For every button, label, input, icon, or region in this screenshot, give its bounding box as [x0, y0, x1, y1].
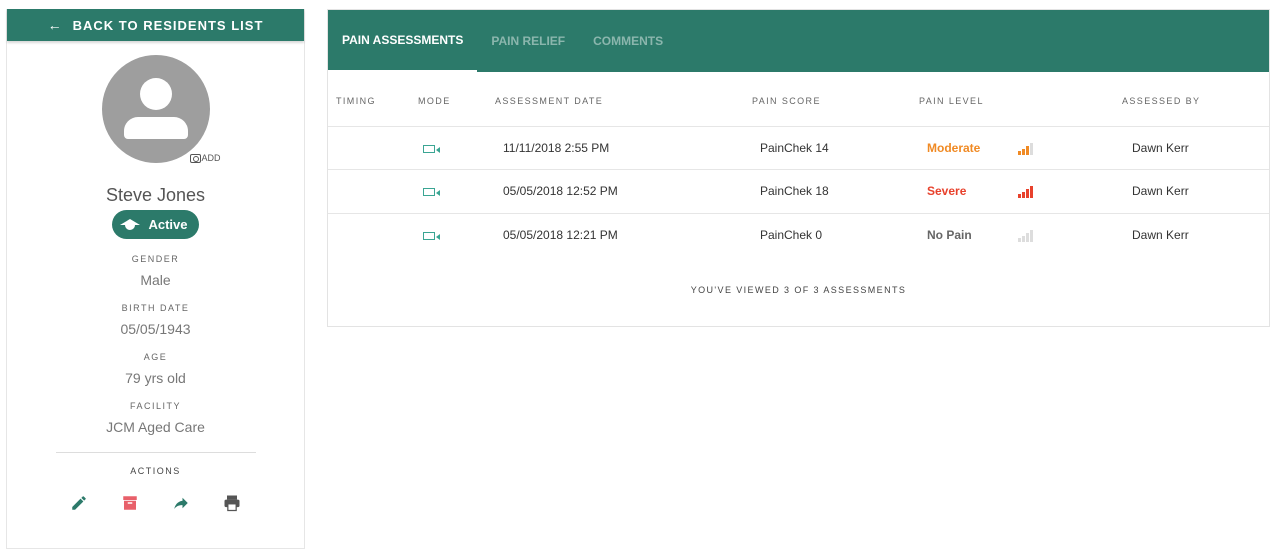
gender-label: GENDER	[131, 254, 180, 264]
level-cell: Severe	[919, 169, 1018, 213]
pain-bar	[1022, 148, 1025, 155]
tab-comments[interactable]: COMMENTS	[579, 10, 677, 72]
pain-bar	[1018, 194, 1021, 199]
level-cell: No Pain	[919, 212, 1018, 257]
level-cell: Moderate	[919, 125, 1018, 170]
bars-cell	[1018, 169, 1122, 213]
age-value: 79 yrs old	[125, 370, 186, 386]
edit-icon[interactable]	[69, 492, 90, 513]
header-assessed-by[interactable]: ASSESSED BY	[1122, 72, 1269, 126]
header-pain-level[interactable]: PAIN LEVEL	[919, 72, 1018, 126]
add-photo-label: ADD	[201, 153, 221, 163]
assessed-by-cell: Dawn Kerr	[1122, 169, 1269, 213]
pain-bar	[1026, 232, 1029, 242]
pain-level-bars-icon	[1018, 142, 1033, 155]
share-icon[interactable]	[171, 492, 192, 513]
pain-bar	[1018, 237, 1021, 242]
table-body: 11/11/2018 2:55 PM PainChek 14 Moderate …	[328, 125, 1269, 257]
arrow-left-icon: ←	[47, 17, 63, 33]
date-cell: 05/05/2018 12:52 PM	[495, 169, 752, 213]
assessments-table: TIMING MODE ASSESSMENT DATE PAIN SCORE P…	[328, 72, 1269, 257]
tab-pain-assessments[interactable]: PAIN ASSESSMENTS	[328, 10, 478, 73]
actions-row	[7, 492, 304, 513]
date-cell: 11/11/2018 2:55 PM	[495, 125, 752, 170]
mode-cell	[418, 169, 495, 213]
header-timing[interactable]: TIMING	[328, 72, 418, 126]
video-icon	[423, 188, 440, 197]
status-row: Active	[7, 210, 304, 239]
back-to-residents-label: BACK TO RESIDENTS LIST	[72, 17, 264, 33]
pain-bar	[1022, 235, 1025, 242]
facility-label: FACILITY	[129, 401, 181, 411]
assessments-count-note: YOU'VE VIEWED 3 OF 3 ASSESSMENTS	[690, 284, 907, 295]
assessed-by-cell: Dawn Kerr	[1122, 125, 1269, 170]
graduation-cap-icon	[120, 218, 141, 232]
table-header-row: TIMING MODE ASSESSMENT DATE PAIN SCORE P…	[328, 72, 1269, 126]
birth-date-value: 05/05/1943	[120, 321, 191, 337]
score-cell: PainChek 14	[752, 125, 919, 170]
assessments-panel: PAIN ASSESSMENTS PAIN RELIEF COMMENTS TI…	[327, 9, 1270, 327]
mode-cell	[418, 125, 495, 170]
table-row[interactable]: 05/05/2018 12:21 PM PainChek 0 No Pain D…	[328, 212, 1269, 257]
pain-bar	[1030, 186, 1033, 199]
pain-bar	[1030, 229, 1033, 242]
header-mode[interactable]: MODE	[418, 72, 495, 126]
mode-cell	[418, 212, 495, 257]
avatar-body	[123, 117, 188, 139]
pain-bar	[1030, 142, 1033, 155]
avatar	[101, 55, 210, 163]
header-pain-score[interactable]: PAIN SCORE	[752, 72, 919, 126]
archive-icon[interactable]	[120, 492, 141, 513]
timing-cell	[328, 125, 418, 170]
table-row[interactable]: 11/11/2018 2:55 PM PainChek 14 Moderate …	[328, 125, 1269, 170]
avatar-container: ADD	[101, 55, 221, 163]
video-icon	[423, 144, 440, 153]
gender-value: Male	[140, 272, 171, 288]
camera-icon	[189, 153, 201, 163]
table-row[interactable]: 05/05/2018 12:52 PM PainChek 18 Severe D…	[328, 169, 1269, 213]
status-label: Active	[148, 217, 188, 232]
resident-name: Steve Jones	[105, 185, 206, 205]
tab-pain-relief[interactable]: PAIN RELIEF	[477, 10, 579, 72]
header-assessment-date[interactable]: ASSESSMENT DATE	[495, 72, 752, 126]
actions-label: ACTIONS	[130, 466, 181, 476]
score-cell: PainChek 18	[752, 169, 919, 213]
assessed-by-cell: Dawn Kerr	[1122, 212, 1269, 257]
video-icon	[423, 231, 440, 240]
avatar-head	[139, 78, 172, 110]
tabs: PAIN ASSESSMENTS PAIN RELIEF COMMENTS	[328, 10, 677, 73]
facility-value: JCM Aged Care	[106, 419, 205, 435]
add-photo-button[interactable]: ADD	[189, 153, 221, 163]
timing-cell	[328, 169, 418, 213]
pain-bar	[1026, 145, 1029, 155]
back-to-residents-button[interactable]: ← BACK TO RESIDENTS LIST	[7, 9, 304, 41]
bars-cell	[1018, 125, 1122, 170]
age-label: AGE	[143, 352, 168, 362]
resident-sidebar: ← BACK TO RESIDENTS LIST ADD Steve Jones…	[6, 9, 305, 549]
pain-bar	[1018, 150, 1021, 155]
bars-cell	[1018, 212, 1122, 257]
score-cell: PainChek 0	[752, 212, 919, 257]
pain-level-bars-icon	[1018, 229, 1033, 242]
divider	[55, 452, 256, 453]
header-pain-bars	[1018, 72, 1122, 126]
pain-bar	[1022, 192, 1025, 199]
tab-bar: PAIN ASSESSMENTS PAIN RELIEF COMMENTS	[328, 10, 1269, 73]
pain-bar	[1026, 189, 1029, 199]
status-badge: Active	[112, 210, 199, 239]
date-cell: 05/05/2018 12:21 PM	[495, 212, 752, 257]
pain-level-bars-icon	[1018, 186, 1033, 199]
birth-date-label: BIRTH DATE	[121, 303, 190, 313]
timing-cell	[328, 212, 418, 257]
print-icon[interactable]	[222, 492, 243, 513]
